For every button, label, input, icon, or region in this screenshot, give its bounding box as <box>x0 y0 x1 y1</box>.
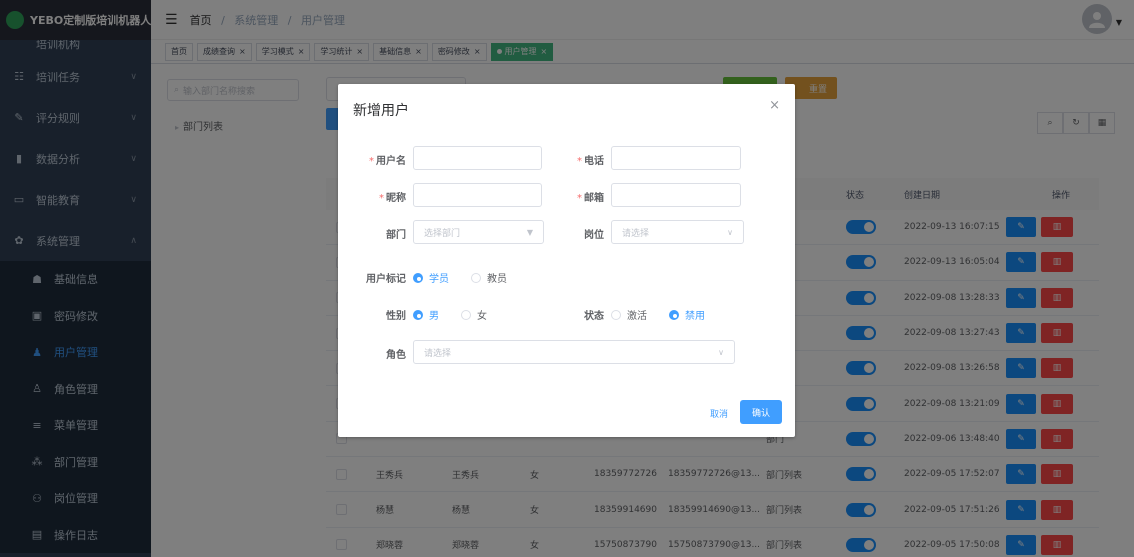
sex-radio-group: 男 女 <box>413 307 509 322</box>
radio-active-label: 激活 <box>627 311 647 322</box>
nickname-label-text: 昵称 <box>386 193 406 204</box>
email-label: * 邮箱 <box>558 189 604 204</box>
cancel-button[interactable]: 取消 <box>710 407 728 420</box>
required-mark: * <box>577 156 582 167</box>
status-label: 状态 <box>584 311 604 322</box>
radio-student[interactable]: 学员 <box>413 270 449 285</box>
close-icon[interactable]: × <box>769 98 780 113</box>
radio-student-label: 学员 <box>429 274 449 285</box>
dialog-title: 新增用户 <box>353 103 409 119</box>
radio-female[interactable]: 女 <box>461 307 487 322</box>
status-radio-group: 激活 禁用 <box>611 307 727 322</box>
username-input[interactable] <box>413 146 542 170</box>
add-user-dialog: 新增用户 × * 用户名 * 电话 * 昵称 * 邮箱 部门 选择部门 ▼ 岗位 请选择 ∨… <box>338 84 795 437</box>
radio-teacher[interactable]: 教员 <box>471 270 507 285</box>
post-label: 岗位 <box>584 230 604 241</box>
nickname-input[interactable] <box>413 183 542 207</box>
radio-disabled-label: 禁用 <box>685 311 705 322</box>
username-label-text: 用户名 <box>376 156 406 167</box>
radio-dot-icon <box>471 272 481 283</box>
chevron-down-icon: ▼ <box>526 227 533 237</box>
radio-dot-icon <box>461 309 471 320</box>
email-input[interactable] <box>611 183 741 207</box>
radio-dot-icon <box>413 309 423 320</box>
radio-female-label: 女 <box>477 311 487 322</box>
dept-placeholder: 选择部门 <box>424 228 461 239</box>
chevron-down-icon: ∨ <box>727 227 733 237</box>
phone-input[interactable] <box>611 146 741 170</box>
role-select[interactable]: 请选择 ∨ <box>413 340 735 364</box>
radio-dot-icon <box>413 272 423 283</box>
required-mark: * <box>577 193 582 204</box>
radio-active[interactable]: 激活 <box>611 307 647 322</box>
radio-teacher-label: 教员 <box>487 274 507 285</box>
radio-dot-icon <box>611 309 621 320</box>
post-select[interactable]: 请选择 ∨ <box>611 220 744 244</box>
role-label: 角色 <box>386 350 406 361</box>
role-placeholder: 请选择 <box>424 348 452 359</box>
phone-label: * 电话 <box>558 152 604 167</box>
user-tag-label: 用户标记 <box>366 274 406 285</box>
radio-male[interactable]: 男 <box>413 307 439 322</box>
username-label: * 用户名 <box>360 152 406 167</box>
sex-label: 性别 <box>386 311 406 322</box>
nickname-label: * 昵称 <box>360 189 406 204</box>
dept-select[interactable]: 选择部门 ▼ <box>413 220 544 244</box>
user-tag-radio-group: 学员 教员 <box>413 270 529 285</box>
required-mark: * <box>379 193 384 204</box>
post-placeholder: 请选择 <box>622 228 650 239</box>
email-label-text: 邮箱 <box>584 193 604 204</box>
radio-dot-icon <box>669 309 679 320</box>
radio-disabled[interactable]: 禁用 <box>669 307 705 322</box>
confirm-button[interactable]: 确认 <box>740 400 782 424</box>
required-mark: * <box>369 156 374 167</box>
radio-male-label: 男 <box>429 311 439 322</box>
dept-label: 部门 <box>386 230 406 241</box>
chevron-down-icon: ∨ <box>718 347 724 357</box>
phone-label-text: 电话 <box>584 156 604 167</box>
